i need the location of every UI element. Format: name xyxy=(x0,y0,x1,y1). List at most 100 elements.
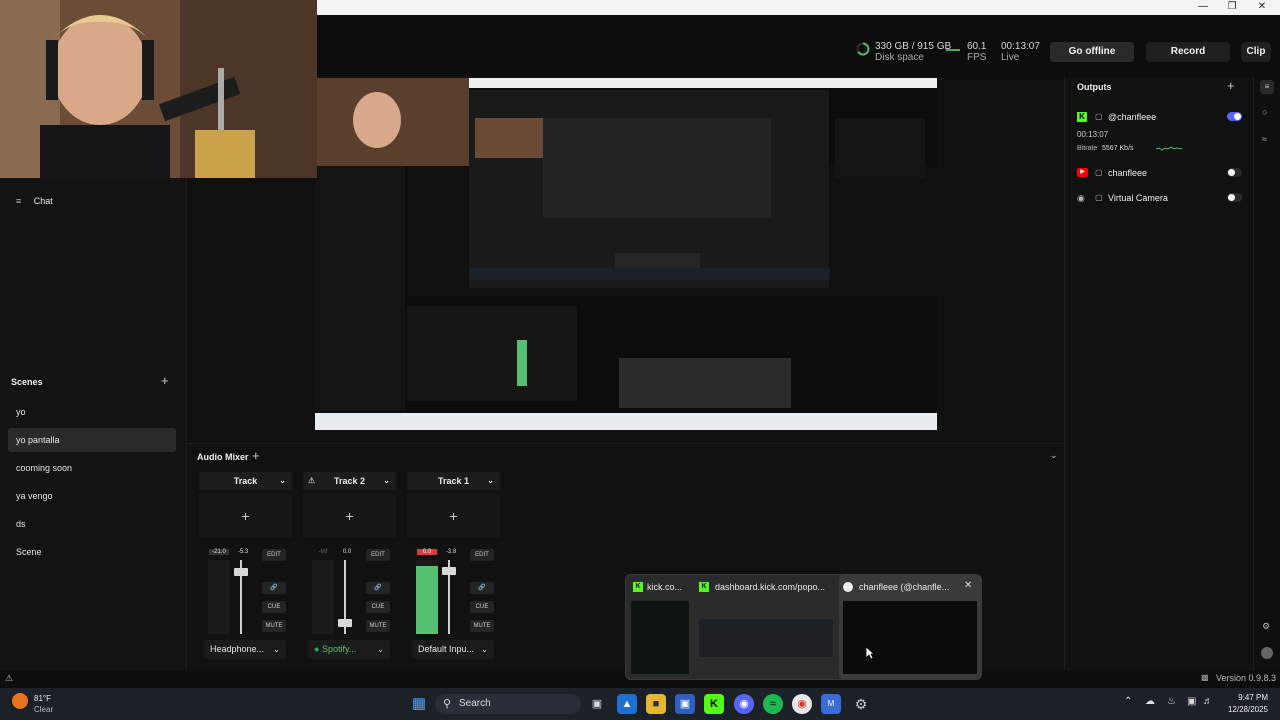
chevron-down-icon: ⌄ xyxy=(481,645,488,654)
task-view-icon[interactable]: ▣ xyxy=(587,694,607,714)
add-source-button[interactable]: + xyxy=(303,494,396,538)
track-name: Track 1 xyxy=(437,476,470,486)
chevron-down-icon[interactable]: ⌄ xyxy=(1050,450,1058,461)
chevron-down-icon[interactable]: ⌄ xyxy=(487,472,494,490)
kick-icon: K xyxy=(1077,112,1087,122)
signal-icon[interactable]: ≈ xyxy=(1262,134,1267,144)
thumbnail-item[interactable]: K dashboard.kick.com/popo... xyxy=(695,575,835,679)
close-icon[interactable]: ✕ xyxy=(1247,0,1277,15)
microphone-icon[interactable]: ♨ xyxy=(1167,696,1176,707)
level-meter xyxy=(312,560,334,634)
thumbnail-item[interactable]: K kick.co... xyxy=(627,575,690,679)
output-toggle[interactable] xyxy=(1227,112,1242,121)
weather-icon[interactable] xyxy=(12,693,28,709)
avatar[interactable] xyxy=(1261,647,1273,659)
add-source-button[interactable]: + xyxy=(199,494,292,538)
cloud-icon[interactable]: ☁ xyxy=(1145,696,1155,707)
device-select[interactable]: ● Spotify... ⌄ xyxy=(308,640,390,659)
warning-icon[interactable]: ⚠ xyxy=(5,673,13,684)
go-offline-button[interactable]: Go offline xyxy=(1050,42,1134,62)
record-button[interactable]: Record xyxy=(1146,42,1230,62)
thumbnail-preview xyxy=(843,601,977,674)
add-source-button[interactable]: + xyxy=(407,494,500,538)
taskbar-search[interactable]: ⚲ Search xyxy=(435,694,581,714)
scene-item[interactable]: Scene xyxy=(8,540,176,564)
clock-time[interactable]: 9:47 PM xyxy=(1208,693,1268,702)
scene-item[interactable]: ds xyxy=(8,512,176,536)
device-select[interactable]: Headphone... ⌄ xyxy=(204,640,286,659)
device-select[interactable]: Default Inpu... ⌄ xyxy=(412,640,494,659)
chevron-up-icon[interactable]: ⌃ xyxy=(1124,696,1132,707)
edit-button[interactable]: EDIT xyxy=(470,549,494,561)
edit-button[interactable]: EDIT xyxy=(262,549,286,561)
cue-button[interactable]: CUE xyxy=(366,601,390,613)
add-track-button[interactable]: + xyxy=(252,448,260,463)
track-header[interactable]: Track ⌄ xyxy=(199,472,292,490)
settings-icon[interactable]: ⚙ xyxy=(851,694,871,714)
scene-item[interactable]: yo xyxy=(8,400,176,424)
fps-indicator xyxy=(946,49,960,51)
disk-space-label: Disk space xyxy=(875,52,924,63)
audio-mixer-title: Audio Mixer xyxy=(197,452,249,462)
scene-item[interactable]: cooming soon xyxy=(8,456,176,480)
level-meter xyxy=(208,560,230,634)
volume-icon[interactable]: ♬ xyxy=(1203,696,1213,707)
mixer-track: Track ⌄ + -21.0 -5.3 EDIT 🔗 CUE MUTE Hea… xyxy=(199,472,292,664)
stream-preview[interactable] xyxy=(315,78,937,430)
chat-item[interactable]: ≡ Chat xyxy=(0,190,187,212)
chat-bubble-icon[interactable]: ○ xyxy=(1262,107,1267,117)
scene-item[interactable]: yo pantalla xyxy=(8,428,176,452)
link-icon[interactable]: 🔗 xyxy=(470,582,494,594)
volume-fader-knob[interactable] xyxy=(234,567,248,576)
volume-fader-knob[interactable] xyxy=(442,566,456,575)
track-header[interactable]: ⚠ Track 2 ⌄ xyxy=(303,472,396,490)
streaming-app-icon[interactable]: M xyxy=(821,694,841,714)
mute-button[interactable]: MUTE xyxy=(470,620,494,632)
store-icon[interactable]: ▣ xyxy=(675,694,695,714)
file-explorer-icon[interactable]: ■ xyxy=(646,694,666,714)
maximize-icon[interactable]: ❐ xyxy=(1217,0,1247,15)
volume-value: 0.0 xyxy=(342,549,352,555)
clip-button[interactable]: Clip xyxy=(1241,42,1271,62)
track-header[interactable]: Track 1 ⌄ xyxy=(407,472,500,490)
output-toggle[interactable] xyxy=(1227,193,1242,202)
outputs-panel: Outputs + K ▢ @chanfleee 00:13:07 Bitrat… xyxy=(1064,77,1253,670)
network-icon[interactable]: ▣ xyxy=(1187,696,1196,707)
cue-button[interactable]: CUE xyxy=(262,601,286,613)
kick-icon: K xyxy=(699,582,709,592)
cue-button[interactable]: CUE xyxy=(470,601,494,613)
clock-date[interactable]: 12/28/2025 xyxy=(1208,705,1268,714)
link-icon[interactable]: 🔗 xyxy=(262,582,286,594)
level-meter xyxy=(416,560,438,634)
output-name: @chanfleee xyxy=(1108,112,1157,122)
edit-button[interactable]: EDIT xyxy=(366,549,390,561)
weather-temp[interactable]: 81°F xyxy=(34,694,51,703)
photos-icon[interactable]: ▲ xyxy=(617,694,637,714)
kick-icon[interactable]: K xyxy=(704,694,724,714)
discord-icon[interactable]: ◉ xyxy=(734,694,754,714)
warning-icon: ⚠ xyxy=(308,476,316,485)
outputs-tab-icon[interactable]: ≡ xyxy=(1260,80,1274,94)
settings-icon[interactable]: ⚙ xyxy=(1262,621,1270,632)
volume-fader-knob[interactable] xyxy=(338,619,352,628)
chevron-down-icon[interactable]: ⌄ xyxy=(279,472,286,490)
mute-button[interactable]: MUTE xyxy=(262,620,286,632)
spotify-icon[interactable]: ≈ xyxy=(763,694,783,714)
chevron-down-icon[interactable]: ⌄ xyxy=(383,472,390,490)
close-icon[interactable]: ✕ xyxy=(964,580,972,591)
volume-value: -5.3 xyxy=(237,549,249,555)
output-toggle[interactable] xyxy=(1227,168,1242,177)
chrome-icon[interactable]: ◉ xyxy=(792,694,812,714)
webcam-feed-image xyxy=(0,0,317,178)
weather-desc[interactable]: Clear xyxy=(34,705,53,714)
live-time-stat: 00:13:07 Live xyxy=(1001,41,1040,63)
thumbnail-item[interactable]: chanfleee (@chanfle... ✕ xyxy=(839,575,981,679)
windows-start-icon[interactable]: ▦ xyxy=(409,694,429,714)
track-name: Track 2 xyxy=(333,476,366,486)
scene-item[interactable]: ya vengo xyxy=(8,484,176,508)
minimize-icon[interactable]: — xyxy=(1188,0,1218,15)
add-scene-button[interactable]: + xyxy=(161,373,169,388)
link-icon[interactable]: 🔗 xyxy=(366,582,390,594)
mute-button[interactable]: MUTE xyxy=(366,620,390,632)
add-output-button[interactable]: + xyxy=(1227,78,1235,93)
